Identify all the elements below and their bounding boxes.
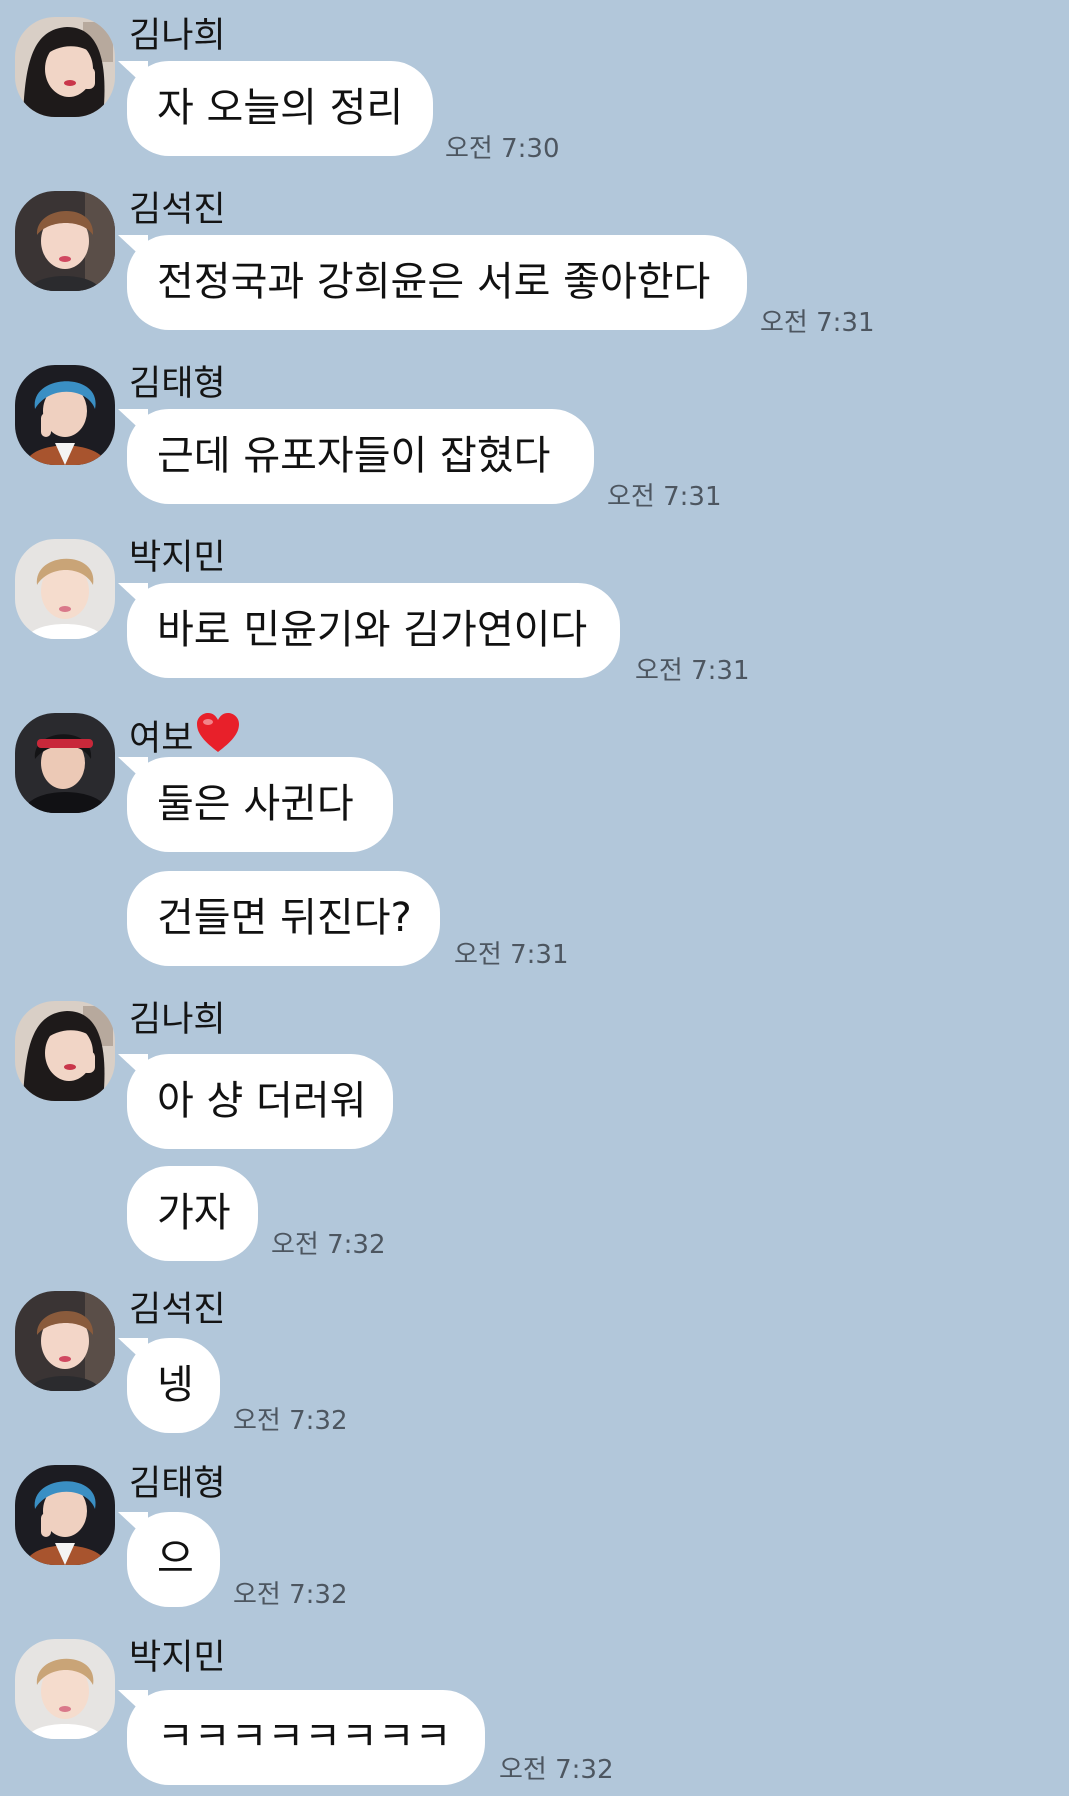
sender-name: 박지민 bbox=[129, 1638, 226, 1678]
sender-name: 김석진 bbox=[129, 190, 226, 230]
message-group: 김석진 전정국과 강희윤은 서로 좋아한다 오전 7:31 bbox=[0, 190, 1069, 340]
message-bubble[interactable]: ㅋㅋㅋㅋㅋㅋㅋㅋ bbox=[118, 1690, 485, 1785]
message-time: 오전 7:30 bbox=[445, 134, 560, 164]
message-bubble[interactable]: 아 샹 더러워 bbox=[118, 1054, 393, 1149]
nahee-avatar bbox=[15, 1001, 115, 1101]
message-time: 오전 7:32 bbox=[233, 1406, 348, 1436]
seokjin-avatar bbox=[15, 191, 115, 291]
avatar[interactable] bbox=[15, 191, 115, 291]
message-time: 오전 7:32 bbox=[233, 1580, 348, 1610]
message-time: 오전 7:31 bbox=[607, 482, 722, 512]
message-bubble[interactable]: 가자 bbox=[127, 1166, 258, 1261]
avatar[interactable] bbox=[15, 539, 115, 639]
sender-name: 박지민 bbox=[129, 538, 226, 578]
avatar[interactable] bbox=[15, 1001, 115, 1101]
message-time: 오전 7:31 bbox=[635, 656, 750, 686]
sender-name: 김나희 bbox=[129, 16, 226, 56]
message-bubble[interactable]: 둘은 사귄다 bbox=[118, 757, 393, 852]
nahee-avatar bbox=[15, 17, 115, 117]
avatar[interactable] bbox=[15, 365, 115, 465]
message-bubble[interactable]: 근데 유포자들이 잡혔다 bbox=[118, 409, 594, 504]
message-group: 김나희 자 오늘의 정리 오전 7:30 bbox=[0, 16, 1069, 166]
sender-name: 김나희 bbox=[129, 1000, 226, 1040]
sender-name: 김석진 bbox=[129, 1290, 226, 1330]
message-bubble[interactable]: 으 bbox=[118, 1512, 220, 1607]
avatar[interactable] bbox=[15, 17, 115, 117]
message-group: 김태형 으 오전 7:32 bbox=[0, 1464, 1069, 1614]
message-group: 박지민 ㅋㅋㅋㅋㅋㅋㅋㅋ 오전 7:32 bbox=[0, 1638, 1069, 1796]
message-bubble[interactable]: 건들면 뒤진다? bbox=[127, 871, 440, 966]
message-group: 김나희 아 샹 더러워 가자 오전 7:32 bbox=[0, 1000, 1069, 1265]
message-time: 오전 7:31 bbox=[760, 308, 875, 338]
message-group: 여보 둘은 사귄다 건들면 뒤진다? 오전 7:31 bbox=[0, 712, 1069, 977]
jimin-avatar bbox=[15, 1639, 115, 1739]
message-time: 오전 7:32 bbox=[499, 1755, 614, 1785]
message-bubble[interactable]: 자 오늘의 정리 bbox=[118, 61, 433, 156]
sender-name: 여보 bbox=[129, 712, 241, 763]
avatar[interactable] bbox=[15, 1465, 115, 1565]
message-bubble[interactable]: 전정국과 강희윤은 서로 좋아한다 bbox=[118, 235, 747, 330]
avatar[interactable] bbox=[15, 1291, 115, 1391]
avatar[interactable] bbox=[15, 713, 115, 813]
message-group: 박지민 바로 민윤기와 김가연이다 오전 7:31 bbox=[0, 538, 1069, 688]
jungkook-avatar bbox=[15, 713, 115, 813]
message-bubble[interactable]: 넹 bbox=[118, 1338, 220, 1433]
message-time: 오전 7:31 bbox=[454, 940, 569, 970]
sender-name: 김태형 bbox=[129, 1464, 226, 1504]
taehyung-avatar bbox=[15, 365, 115, 465]
chat-view[interactable]: 김나희 자 오늘의 정리 오전 7:30 김석진 전정국과 강희윤은 서로 좋아… bbox=[0, 0, 1069, 1796]
message-group: 김석진 넹 오전 7:32 bbox=[0, 1290, 1069, 1440]
avatar[interactable] bbox=[15, 1639, 115, 1739]
taehyung-avatar bbox=[15, 1465, 115, 1565]
sender-name: 김태형 bbox=[129, 364, 226, 404]
message-group: 김태형 근데 유포자들이 잡혔다 오전 7:31 bbox=[0, 364, 1069, 514]
message-time: 오전 7:32 bbox=[271, 1230, 386, 1260]
jimin-avatar bbox=[15, 539, 115, 639]
message-bubble[interactable]: 바로 민윤기와 김가연이다 bbox=[118, 583, 620, 678]
seokjin-avatar bbox=[15, 1291, 115, 1391]
heart-icon bbox=[195, 712, 241, 763]
